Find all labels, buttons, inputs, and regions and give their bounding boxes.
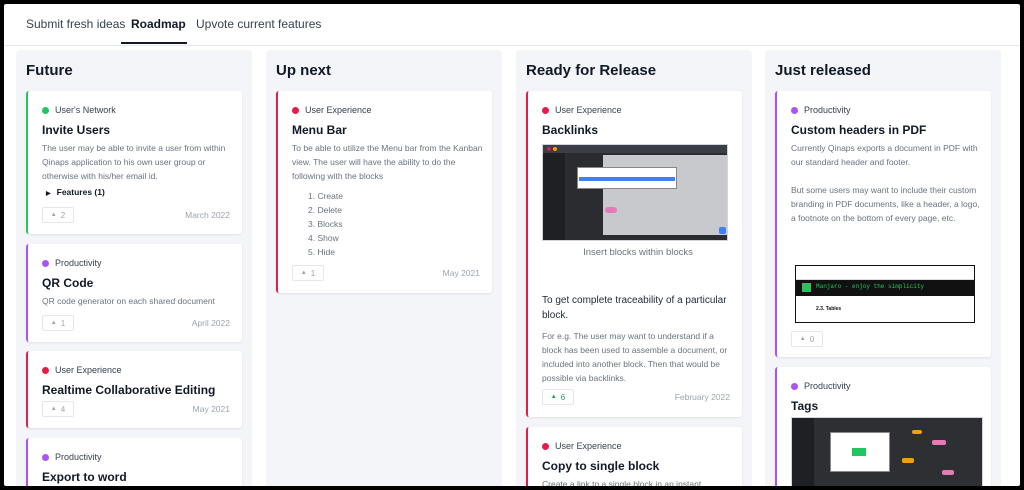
card-date: April 2022 [191, 318, 230, 328]
upvote-button[interactable]: ▲ 1 [292, 265, 324, 281]
upvote-button[interactable]: ▲ 4 [42, 401, 74, 417]
card-description: Create a link to a single block in an in… [542, 479, 702, 486]
upvote-button[interactable]: ▲ 2 [42, 207, 74, 223]
category-dot-icon [42, 366, 49, 374]
roadmap-card[interactable]: User Experience Backlinks Insert blocks … [526, 91, 742, 417]
category-dot-icon [42, 259, 49, 267]
list-item: 1. Create [308, 191, 343, 201]
tab-upvote[interactable]: Upvote current features [196, 17, 321, 31]
card-title: Custom headers in PDF [791, 123, 927, 137]
column-title: Future [26, 62, 73, 79]
category-dot-icon [292, 106, 299, 114]
column-title: Up next [276, 62, 332, 79]
roadmap-card[interactable]: Productivity Export to word [26, 438, 242, 486]
card-description-continued: But some users may want to include their… [791, 185, 980, 223]
card-date: February 2022 [674, 392, 730, 402]
list-item: 3. Blocks [308, 219, 343, 229]
category-label: User Experience [42, 365, 122, 375]
card-title: QR Code [42, 276, 94, 290]
upvote-arrow-icon: ▲ [799, 336, 806, 342]
card-title: Realtime Collaborative Editing [42, 383, 216, 397]
list-item: 5. Hide [308, 247, 335, 257]
tab-bar: Submit fresh ideas Roadmap Upvote curren… [4, 4, 1020, 46]
tab-submit-ideas[interactable]: Submit fresh ideas [26, 17, 125, 31]
caret-right-icon: ▶ [46, 191, 51, 197]
pdf-preview-image: Manjaro - enjoy the simplicity 2.3. Tabl… [795, 265, 975, 323]
upvote-button[interactable]: ▲ 0 [791, 331, 823, 347]
upvote-arrow-icon: ▲ [300, 270, 307, 276]
category-label: User Experience [292, 105, 372, 115]
column-future: Future User's Network Invite Users The u… [16, 50, 252, 486]
card-title: Copy to single block [542, 459, 660, 473]
roadmap-card[interactable]: User Experience Copy to single block Cre… [526, 427, 742, 486]
features-toggle[interactable]: ▶ Features (1) [46, 187, 105, 197]
category-dot-icon [42, 106, 49, 114]
card-title: Backlinks [542, 123, 599, 137]
upvote-arrow-icon: ▲ [50, 212, 57, 218]
upvote-arrow-icon: ▲ [50, 320, 57, 326]
category-label: Productivity [42, 258, 102, 268]
category-label: Productivity [791, 105, 851, 115]
category-label: User Experience [542, 441, 622, 451]
roadmap-card[interactable]: User Experience Realtime Collaborative E… [26, 351, 242, 428]
card-description: The user may be able to invite a user fr… [42, 143, 226, 181]
column-title: Ready for Release [526, 62, 657, 79]
roadmap-card[interactable]: User's Network Invite Users The user may… [26, 91, 242, 234]
roadmap-card[interactable]: Productivity Tags [775, 367, 991, 486]
tags-screenshot-image [791, 417, 983, 486]
upvote-button[interactable]: ▲ 1 [42, 315, 74, 331]
card-date: May 2021 [442, 268, 480, 278]
steps-list: 1. Create 2. Delete 3. Blocks 4. Show 5.… [308, 189, 343, 259]
column-ready-for-release: Ready for Release User Experience Backli… [516, 50, 752, 486]
category-label: Productivity [42, 452, 102, 462]
roadmap-card[interactable]: User Experience Menu Bar To be able to u… [276, 91, 492, 293]
card-text: To get complete traceability of a partic… [542, 295, 727, 321]
card-description: Currently Qinaps exports a document in P… [791, 143, 978, 167]
tab-roadmap[interactable]: Roadmap [131, 17, 186, 31]
card-description: To be able to utilize the Menu bar from … [292, 143, 483, 181]
category-dot-icon [42, 453, 49, 461]
category-dot-icon [791, 106, 798, 114]
card-date: May 2021 [192, 404, 230, 414]
roadmap-card[interactable]: Productivity QR Code QR code generator o… [26, 244, 242, 342]
image-caption: Insert blocks within blocks [583, 247, 693, 258]
active-tab-indicator [121, 42, 187, 44]
list-item: 4. Show [308, 233, 339, 243]
column-title: Just released [775, 62, 871, 79]
upvote-arrow-icon: ▲ [50, 406, 57, 412]
card-title: Invite Users [42, 123, 111, 137]
column-up-next: Up next User Experience Menu Bar To be a… [266, 50, 502, 486]
screenshot-image [542, 144, 728, 241]
category-dot-icon [542, 106, 549, 114]
card-description: QR code generator on each shared documen… [42, 296, 215, 306]
column-just-released: Just released Productivity Custom header… [765, 50, 1001, 486]
card-title: Export to word [42, 470, 127, 484]
roadmap-card[interactable]: Productivity Custom headers in PDF Curre… [775, 91, 991, 357]
category-label: User's Network [42, 105, 116, 115]
app-frame: Submit fresh ideas Roadmap Upvote curren… [4, 4, 1020, 486]
card-description: For e.g. The user may want to understand… [542, 331, 728, 383]
card-date: March 2022 [185, 210, 230, 220]
upvote-button[interactable]: ▲ 6 [542, 389, 574, 405]
category-label: User Experience [542, 105, 622, 115]
card-title: Tags [791, 399, 819, 413]
upvote-arrow-icon: ▲ [550, 394, 557, 400]
category-dot-icon [542, 442, 549, 450]
list-item: 2. Delete [308, 205, 343, 215]
card-title: Menu Bar [292, 123, 347, 137]
category-dot-icon [791, 382, 798, 390]
category-label: Productivity [791, 381, 851, 391]
